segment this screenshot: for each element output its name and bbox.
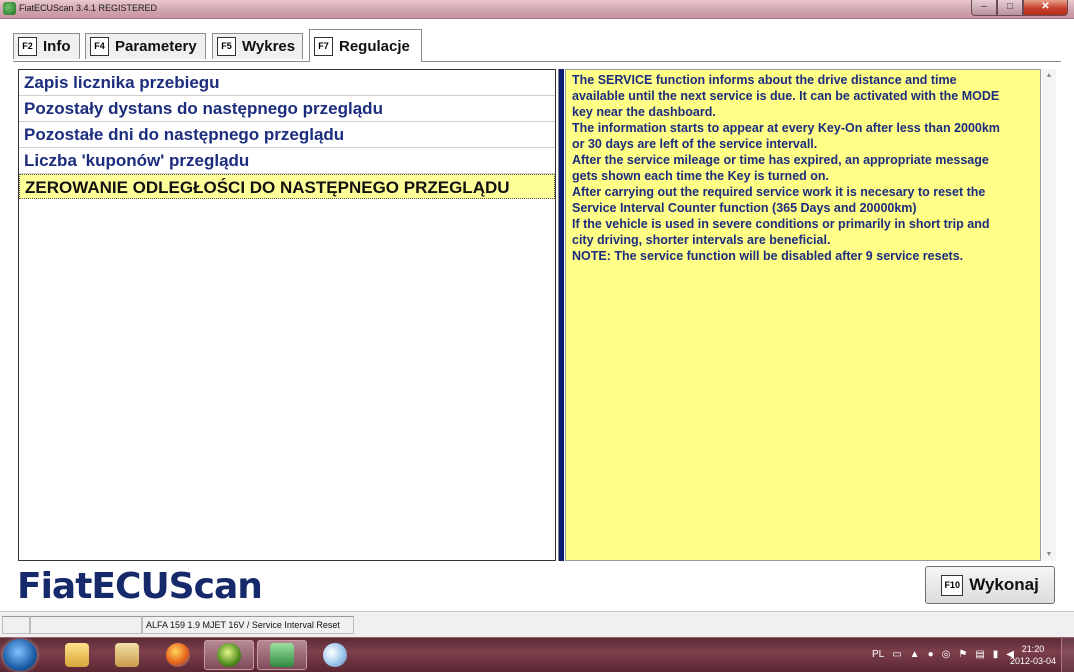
minimize-button[interactable]: –: [971, 0, 997, 16]
description-line: city driving, shorter intervals are bene…: [572, 233, 831, 247]
f2-key-icon: F2: [18, 37, 37, 56]
tab-label: Wykres: [242, 38, 296, 55]
sync-icon[interactable]: ◎: [942, 649, 951, 660]
description-line: key near the dashboard.: [572, 105, 716, 119]
status-cell: [30, 616, 142, 634]
tab-info[interactable]: F2 Info: [13, 33, 80, 59]
file-manager-icon: [115, 643, 139, 667]
tab-parametery[interactable]: F4 Parametery: [85, 33, 206, 59]
list-item[interactable]: Liczba 'kuponów' przeglądu: [19, 148, 555, 174]
status-bar: ALFA 159 1.9 MJET 16V / Service Interval…: [0, 611, 1074, 638]
tray-expand-icon[interactable]: ▲: [910, 649, 920, 660]
description-line: NOTE: The service function will be disab…: [572, 249, 964, 263]
tab-wykres[interactable]: F5 Wykres: [212, 33, 303, 59]
title-bar: FiatECUScan 3.4.1 REGISTERED – □ ✕: [0, 0, 1074, 19]
network-icon[interactable]: ▤: [975, 649, 984, 660]
f7-key-icon: F7: [314, 36, 333, 56]
flag-icon[interactable]: ⚑: [958, 649, 967, 660]
firefox-icon: [166, 643, 190, 667]
app-tray-icon[interactable]: ●: [928, 649, 934, 660]
tab-label: Regulacje: [339, 37, 410, 55]
description-line: The SERVICE function informs about the d…: [572, 73, 957, 87]
tab-label: Info: [43, 38, 71, 55]
folder-icon: [65, 643, 89, 667]
window-controls: – □ ✕: [971, 0, 1068, 16]
tab-regulacje[interactable]: F7 Regulacje: [309, 29, 422, 62]
function-description: The SERVICE function informs about the d…: [565, 69, 1041, 561]
status-vehicle: ALFA 159 1.9 MJET 16V / Service Interval…: [146, 620, 340, 630]
app-logo: FiatECUScan: [17, 566, 263, 607]
execute-button[interactable]: F10 Wykonaj: [925, 566, 1055, 604]
list-item[interactable]: Pozostałe dni do następnego przeglądu: [19, 122, 555, 148]
fiatecuscan-icon: [217, 643, 241, 667]
taskbar-files[interactable]: [102, 640, 152, 670]
description-scrollbar[interactable]: ▲ ▼: [1042, 69, 1056, 561]
description-line: or 30 days are left of the service inter…: [572, 137, 818, 151]
tab-divider: [13, 61, 1061, 62]
description-line: Service Interval Counter function (365 D…: [572, 201, 917, 215]
description-line: After carrying out the required service …: [572, 185, 986, 199]
window-title: FiatECUScan 3.4.1 REGISTERED: [19, 3, 158, 13]
signal-icon[interactable]: ▮: [993, 649, 999, 660]
scroll-up-icon[interactable]: ▲: [1042, 72, 1056, 79]
taskbar-app2[interactable]: [257, 640, 307, 670]
scroll-down-icon[interactable]: ▼: [1042, 551, 1056, 558]
list-item[interactable]: Pozostały dystans do następnego przegląd…: [19, 96, 555, 122]
list-item-selected[interactable]: ZEROWANIE ODLEGŁOŚCI DO NASTĘPNEGO PRZEG…: [19, 174, 555, 199]
description-line: available until the next service is due.…: [572, 89, 1000, 103]
tab-label: Parametery: [115, 38, 197, 55]
app-icon: [3, 2, 16, 15]
description-line: gets shown each time the Key is turned o…: [572, 169, 829, 183]
close-button[interactable]: ✕: [1023, 0, 1068, 16]
paint-icon: [323, 643, 347, 667]
list-item[interactable]: Zapis licznika przebiegu: [19, 70, 555, 96]
panel-splitter[interactable]: [558, 69, 564, 561]
show-desktop-button[interactable]: [1061, 638, 1074, 672]
language-indicator[interactable]: PL: [872, 649, 884, 660]
f10-key-icon: F10: [941, 574, 964, 596]
maximize-button[interactable]: □: [997, 0, 1023, 16]
description-line: After the service mileage or time has ex…: [572, 153, 989, 167]
clock-time: 21:20: [1021, 644, 1045, 654]
start-button[interactable]: [3, 639, 37, 671]
clock-date: 2012-03-04: [1009, 656, 1056, 666]
keyboard-icon[interactable]: ▭: [892, 649, 901, 660]
description-line: If the vehicle is used in severe conditi…: [572, 217, 990, 231]
taskbar: PL ▭ ▲ ● ◎ ⚑ ▤ ▮ ◀ 21:20 2012-03-04: [0, 637, 1074, 672]
f5-key-icon: F5: [217, 37, 236, 56]
function-list[interactable]: Zapis licznika przebiegu Pozostały dysta…: [18, 69, 556, 561]
status-cell: [2, 616, 30, 634]
taskbar-firefox[interactable]: [153, 640, 203, 670]
description-line: The information starts to appear at ever…: [572, 121, 1000, 135]
system-tray: PL ▭ ▲ ● ◎ ⚑ ▤ ▮ ◀: [872, 649, 1014, 660]
taskbar-paint[interactable]: [310, 640, 360, 670]
f4-key-icon: F4: [90, 37, 109, 56]
clock[interactable]: 21:20 2012-03-04: [1010, 643, 1056, 667]
device-icon: [270, 643, 294, 667]
execute-button-label: Wykonaj: [969, 575, 1039, 594]
taskbar-app[interactable]: [204, 640, 254, 670]
taskbar-explorer[interactable]: [52, 640, 102, 670]
